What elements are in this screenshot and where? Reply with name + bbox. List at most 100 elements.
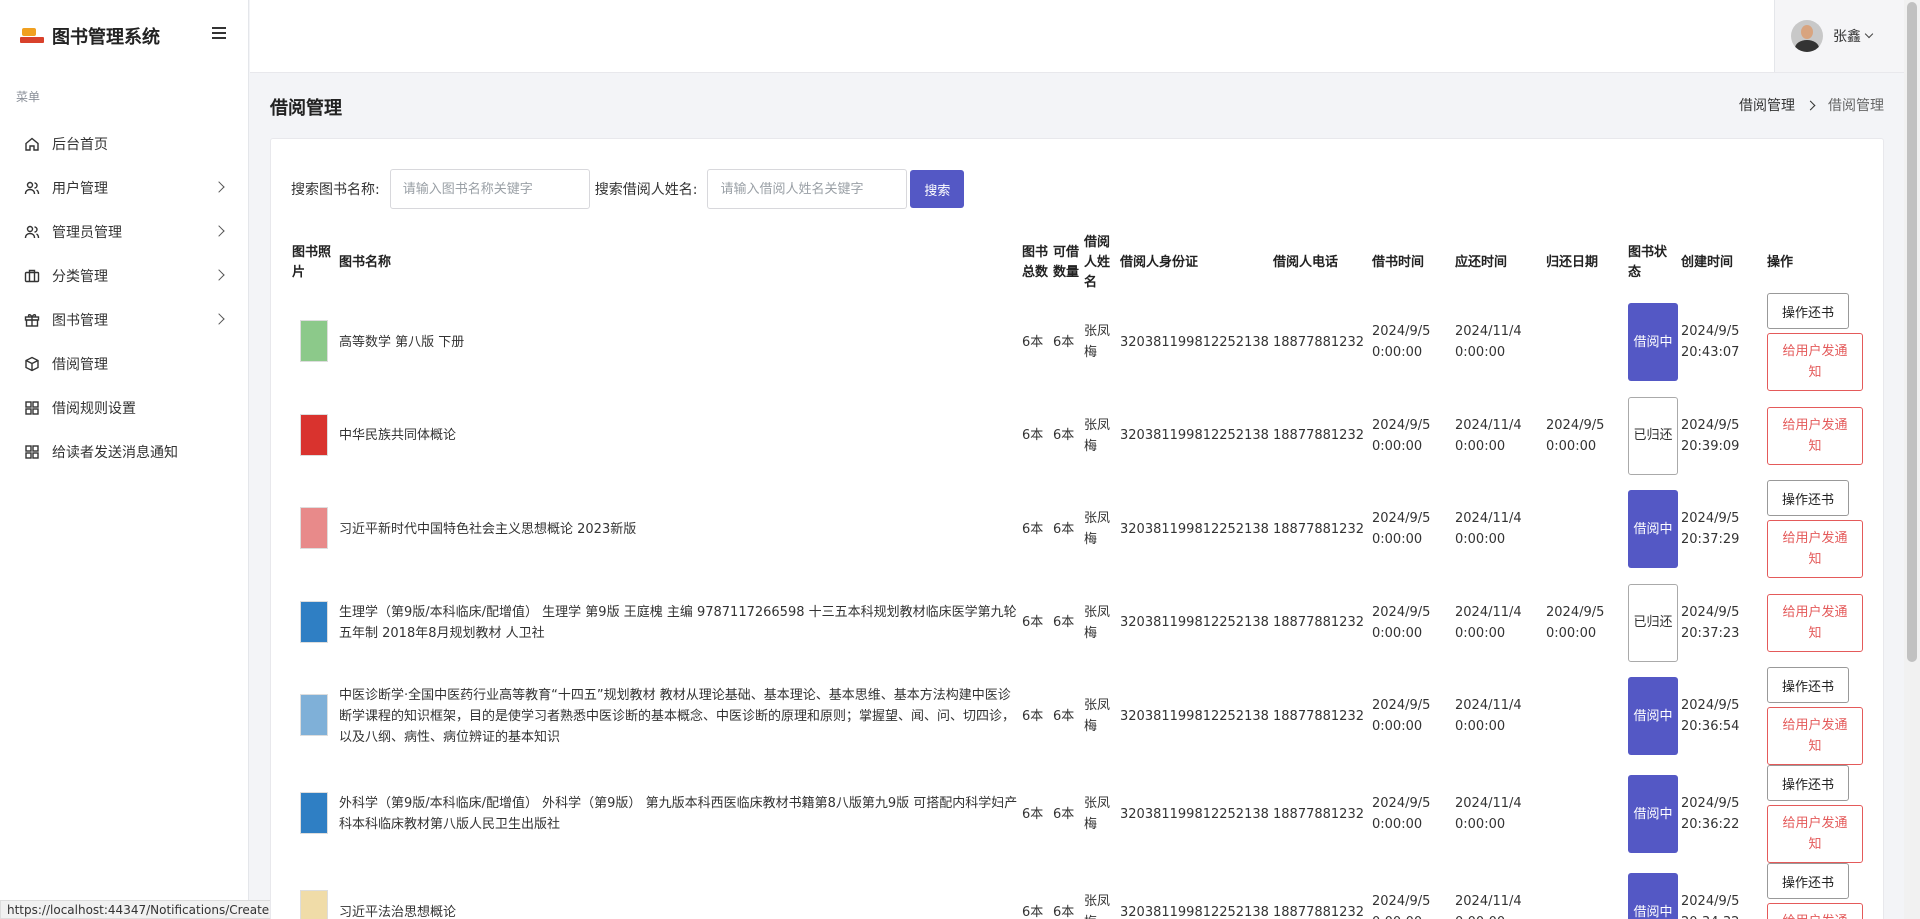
chevron-down-icon	[1864, 29, 1874, 39]
book-total: 6本	[1022, 904, 1044, 919]
return-date: 2024/9/5 0:00:00	[1546, 604, 1605, 641]
col-header: 图书照片	[292, 245, 332, 280]
book-available: 6本	[1053, 334, 1075, 350]
topbar: 张鑫	[250, 0, 1904, 73]
user-menu[interactable]: 张鑫	[1774, 0, 1904, 72]
created-time: 2024/9/5 20:39:09	[1681, 417, 1740, 454]
notify-user-button[interactable]: 给用户发通知	[1767, 707, 1863, 765]
brand: 图书管理系统	[0, 0, 248, 72]
search-button[interactable]: 搜索	[910, 170, 965, 208]
borrower-search-input[interactable]	[707, 169, 908, 209]
scrollbar-thumb[interactable]	[1907, 2, 1917, 662]
col-header: 图书名称	[339, 255, 392, 270]
notify-user-button[interactable]: 给用户发通知	[1767, 333, 1863, 391]
sidebar-item-label: 图书管理	[52, 313, 108, 329]
notify-user-button[interactable]: 给用户发通知	[1767, 805, 1863, 863]
book-total: 6本	[1022, 521, 1044, 537]
sidebar-item[interactable]: 分类管理	[0, 254, 248, 298]
created-time: 2024/9/5 20:36:54	[1681, 698, 1740, 734]
breadcrumb-parent[interactable]: 借阅管理	[1739, 95, 1795, 115]
status-cell: 借阅中	[1627, 480, 1680, 578]
book-photo-cell	[291, 480, 338, 578]
notify-user-button[interactable]: 给用户发通知	[1767, 406, 1863, 465]
borrower-id-card: 320381199812252138	[1120, 615, 1269, 630]
borrower-phone: 18877881232	[1273, 615, 1364, 630]
due-time: 2024/11/4 0:00:00	[1455, 894, 1522, 919]
borrow-list-card: 搜索图书名称: 搜索借阅人姓名: 搜索 图书照片 图书名称 图书总数 可借数量 …	[270, 138, 1884, 919]
borrower-id-card: 320381199812252138	[1120, 521, 1269, 537]
menu-caption: 菜单	[16, 90, 41, 104]
sidebar-item[interactable]: 借阅管理	[0, 342, 248, 386]
borrower-id-card: 320381199812252138	[1120, 334, 1269, 350]
return-date	[1545, 863, 1627, 919]
grid-icon	[24, 400, 40, 416]
sidebar-item-label: 借阅管理	[52, 357, 108, 373]
actions-cell: 操作还书给用户发通知	[1766, 293, 1883, 391]
menu-toggle-icon[interactable]	[212, 27, 226, 39]
book-photo-cell	[291, 391, 338, 480]
book-name: 外科学（第9版/本科临床/配增值） 外科学（第9版） 第九版本科西医临床教材书籍…	[339, 796, 1018, 832]
borrower-phone: 18877881232	[1273, 428, 1364, 443]
table-header-row: 图书照片 图书名称 图书总数 可借数量 借阅人姓名 借阅人身份证 借阅人电话 借…	[291, 233, 1883, 293]
status-badge: 借阅中	[1628, 303, 1678, 381]
return-book-button[interactable]: 操作还书	[1767, 480, 1849, 516]
col-header: 应还时间	[1455, 255, 1508, 270]
status-cell: 借阅中	[1627, 765, 1680, 863]
borrower-phone: 18877881232	[1273, 806, 1364, 822]
book-search-input[interactable]	[389, 169, 590, 209]
borrower-id-card: 320381199812252138	[1120, 904, 1269, 919]
status-badge: 借阅中	[1628, 775, 1678, 853]
return-book-button[interactable]: 操作还书	[1767, 293, 1849, 329]
book-available: 6本	[1053, 428, 1075, 443]
borrower-phone: 18877881232	[1273, 904, 1364, 919]
borrower-name: 张凤梅	[1084, 324, 1111, 360]
sidebar-item[interactable]: 后台首页	[0, 122, 248, 166]
box-icon	[24, 356, 40, 372]
borrower-id-card: 320381199812252138	[1120, 806, 1269, 822]
notify-user-button[interactable]: 给用户发通知	[1767, 903, 1863, 919]
return-date	[1545, 765, 1627, 863]
scrollbar[interactable]	[1904, 0, 1920, 919]
borrower-name: 张凤梅	[1084, 604, 1111, 641]
sidebar-item-label: 借阅规则设置	[52, 401, 136, 417]
book-cover-image	[292, 790, 336, 838]
sidebar-item[interactable]: 借阅规则设置	[0, 386, 248, 430]
gift-icon	[24, 312, 40, 328]
borrow-table: 图书照片 图书名称 图书总数 可借数量 借阅人姓名 借阅人身份证 借阅人电话 借…	[291, 233, 1883, 919]
table-row: 生理学（第9版/本科临床/配增值） 生理学 第9版 王庭槐 主编 9787117…	[291, 578, 1883, 667]
book-available: 6本	[1053, 615, 1075, 630]
notify-user-button[interactable]: 给用户发通知	[1767, 593, 1863, 652]
sidebar-item[interactable]: 图书管理	[0, 298, 248, 342]
book-total: 6本	[1022, 334, 1044, 350]
borrower-search-label: 搜索借阅人姓名:	[594, 182, 698, 198]
return-book-button[interactable]: 操作还书	[1767, 863, 1849, 899]
borrower-id-card: 320381199812252138	[1120, 708, 1269, 724]
app-title: 图书管理系统	[52, 27, 160, 48]
briefcase-icon	[24, 268, 40, 284]
sidebar-item-label: 给读者发送消息通知	[52, 445, 178, 461]
table-row: 高等数学 第八版 下册 6本 6本 张凤梅 320381199812252138 1887…	[291, 293, 1883, 391]
users-icon	[24, 180, 40, 196]
book-cover-image	[292, 692, 336, 740]
status-url: https://localhost:44347/Notifications/Cr…	[0, 900, 277, 919]
table-row: 习近平法治思想概论6本6本张凤梅320381199812252138188778…	[291, 863, 1883, 919]
return-book-button[interactable]: 操作还书	[1767, 667, 1849, 703]
borrow-time: 2024/9/5 0:00:00	[1372, 324, 1431, 360]
borrower-name: 张凤梅	[1084, 417, 1111, 454]
book-photo-cell	[291, 863, 338, 919]
book-total: 6本	[1022, 428, 1044, 443]
sidebar-item[interactable]: 给读者发送消息通知	[0, 430, 248, 474]
return-date	[1545, 293, 1627, 391]
chevron-right-icon	[213, 225, 225, 237]
book-available: 6本	[1053, 521, 1075, 537]
notify-user-button[interactable]: 给用户发通知	[1767, 520, 1863, 578]
actions-cell: 给用户发通知	[1766, 578, 1883, 667]
borrow-time: 2024/9/5 0:00:00	[1372, 698, 1431, 734]
borrow-time: 2024/9/5 0:00:00	[1372, 511, 1431, 547]
due-time: 2024/11/4 0:00:00	[1455, 511, 1522, 547]
sidebar-item-label: 分类管理	[52, 269, 108, 285]
return-book-button[interactable]: 操作还书	[1767, 765, 1849, 801]
sidebar: 图书管理系统 菜单 后台首页 用户管理 管理员管理分类管理图书管理借阅管理借阅规则设…	[0, 0, 277, 919]
sidebar-item[interactable]: 用户管理	[0, 166, 248, 210]
sidebar-item[interactable]: 管理员管理	[0, 210, 248, 254]
